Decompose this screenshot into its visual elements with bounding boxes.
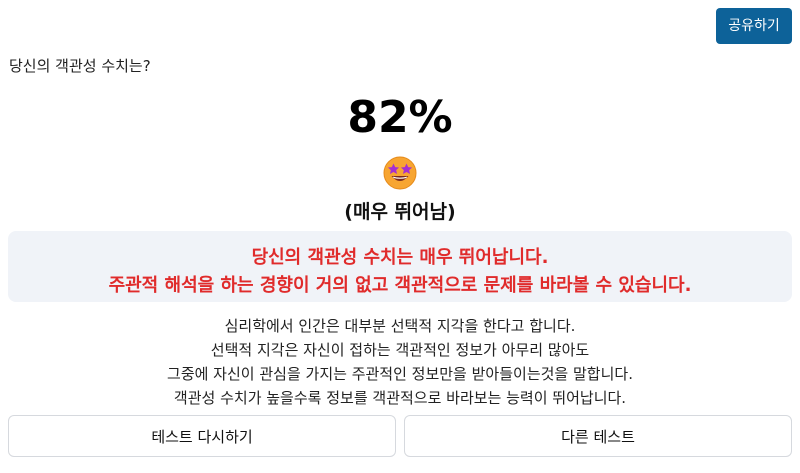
other-test-button[interactable]: 다른 테스트: [404, 415, 792, 457]
question-text: 당신의 객관성 수치는?: [9, 57, 151, 75]
description-line-2: 선택적 지각은 자신이 접하는 객관적인 정보가 아무리 많아도: [210, 341, 590, 359]
description-line-1: 심리학에서 인간은 대부분 선택적 지각을 한다고 합니다.: [224, 317, 576, 335]
summary-line-1: 당신의 객관성 수치는 매우 뛰어납니다.: [251, 247, 549, 268]
result-page: 공유하기 당신의 객관성 수치는? 82% (매우 뛰어남) 당신의 객관성 수…: [0, 0, 800, 473]
description-line-4: 객관성 수치가 높을수록 정보를 객관적으로 바라보는 능력이 뛰어납니다.: [173, 389, 627, 407]
retry-test-button[interactable]: 테스트 다시하기: [8, 415, 396, 457]
grade-label: (매우 뛰어남): [344, 201, 456, 223]
emoji-graphic: [383, 156, 417, 190]
share-button[interactable]: 공유하기: [716, 8, 792, 44]
result-summary-box: 당신의 객관성 수치는 매우 뛰어납니다. 주관적 해석을 하는 경향이 거의 …: [8, 231, 792, 302]
score-value: 82%: [347, 92, 453, 143]
description-line-3: 그중에 자신이 관심을 가지는 주관적인 정보만을 받아들이는것을 말합니다.: [167, 365, 633, 383]
summary-line-2: 주관적 해석을 하는 경향이 거의 없고 객관적으로 문제를 바라볼 수 있습니…: [108, 275, 692, 296]
star-struck-emoji-icon: [383, 156, 417, 190]
